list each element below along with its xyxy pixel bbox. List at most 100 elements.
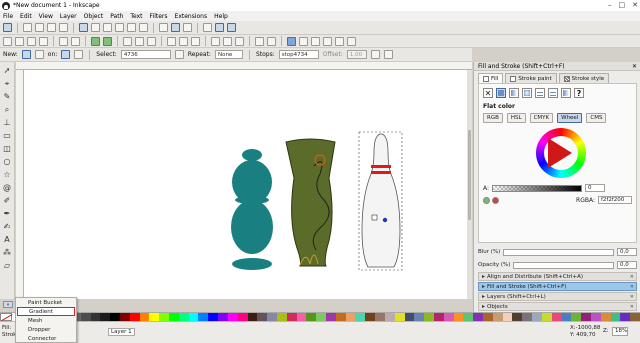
- snap-guides-button[interactable]: [227, 23, 236, 32]
- snap-paths-button[interactable]: [91, 23, 100, 32]
- scrollbar-thumb[interactable]: [468, 130, 471, 220]
- dock-close-icon[interactable]: ✕: [630, 284, 634, 290]
- spray-tool-icon[interactable]: ⁂: [2, 247, 13, 258]
- mode-cms[interactable]: CMS: [586, 113, 607, 123]
- snap-rotation-center-button[interactable]: [171, 23, 180, 32]
- minimize-button[interactable]: –: [608, 1, 612, 9]
- alpha-spinbox[interactable]: 0: [585, 184, 606, 192]
- tweak-tool-icon[interactable]: ✎: [2, 91, 13, 102]
- palette-swatch[interactable]: [345, 313, 356, 321]
- menu-item-paint-bucket[interactable]: Paint Bucket: [16, 298, 76, 307]
- color-triangle[interactable]: [548, 138, 572, 168]
- offset-field[interactable]: 1,00: [346, 50, 367, 59]
- gradient-start-handle[interactable]: [371, 214, 378, 221]
- palette-swatch[interactable]: [139, 313, 150, 321]
- no-color-swatch[interactable]: [0, 313, 12, 321]
- radial-gradient-paint-button[interactable]: [522, 88, 532, 98]
- palette-swatch[interactable]: [483, 313, 493, 321]
- mode-rgb[interactable]: RGB: [483, 113, 503, 123]
- palette-swatch[interactable]: [208, 313, 219, 321]
- opacity-spinbox[interactable]: 0,0: [617, 261, 637, 269]
- snap-line-mid-button[interactable]: [139, 23, 148, 32]
- palette-swatch[interactable]: [80, 313, 91, 321]
- palette-swatch[interactable]: [375, 313, 385, 321]
- palette-swatch[interactable]: [404, 313, 415, 321]
- xml-editor-button[interactable]: [311, 36, 320, 46]
- ellipse-tool-icon[interactable]: ○: [2, 156, 13, 167]
- on-stroke-button[interactable]: [74, 50, 84, 59]
- box3d-tool-icon[interactable]: ◫: [2, 143, 13, 154]
- rgba-field[interactable]: f2f2f200: [598, 196, 632, 204]
- palette-swatch[interactable]: [561, 313, 572, 321]
- bowling-pin-shape[interactable]: [361, 133, 401, 268]
- palette-swatch[interactable]: [512, 313, 523, 321]
- snap-intersections-button[interactable]: [103, 23, 112, 32]
- snap-center-button[interactable]: [159, 23, 168, 32]
- repeat-dropdown[interactable]: None: [214, 50, 243, 59]
- tab-stroke-paint[interactable]: Stroke paint: [505, 73, 557, 83]
- star-tool-icon[interactable]: ☆: [2, 169, 13, 180]
- mode-cmyk[interactable]: CMYK: [529, 113, 554, 123]
- menu-extensions[interactable]: Extensions: [175, 13, 208, 20]
- radial-gradient-button[interactable]: [34, 50, 44, 59]
- palette-swatch[interactable]: [227, 313, 238, 321]
- palette-swatch[interactable]: [100, 313, 111, 321]
- palette-swatch[interactable]: [443, 313, 454, 321]
- tab-stroke-style[interactable]: Stroke style: [558, 73, 610, 83]
- palette-swatch[interactable]: [198, 313, 209, 321]
- palette-swatch[interactable]: [286, 313, 297, 321]
- snap-toggle-button[interactable]: [3, 23, 12, 32]
- import-button[interactable]: [59, 36, 68, 46]
- menu-edit[interactable]: Edit: [20, 13, 32, 20]
- tab-fill[interactable]: Fill: [478, 73, 504, 83]
- snap-corners-button[interactable]: [47, 23, 56, 32]
- palette-swatch[interactable]: [394, 313, 405, 321]
- dock-close-icon[interactable]: ✕: [630, 294, 634, 300]
- menu-item-mesh[interactable]: Mesh: [16, 316, 76, 325]
- palette-swatch[interactable]: [355, 313, 366, 321]
- palette-swatch[interactable]: [610, 313, 621, 321]
- redo-button[interactable]: [103, 36, 112, 46]
- new-document-button[interactable]: [3, 36, 12, 46]
- palette-swatch[interactable]: [522, 313, 533, 321]
- gradient-select[interactable]: 4736: [120, 50, 171, 59]
- palette-swatch[interactable]: [267, 313, 277, 321]
- ungroup-button[interactable]: [267, 36, 276, 46]
- toolbox-expand-button[interactable]: »: [3, 301, 13, 308]
- rectangle-tool-icon[interactable]: ▭: [2, 130, 13, 141]
- gradient-end-handle[interactable]: [382, 217, 388, 223]
- menu-item-connector[interactable]: Connector: [16, 334, 76, 343]
- delete-stop-button[interactable]: [383, 50, 393, 59]
- no-paint-button[interactable]: ✕: [483, 88, 493, 98]
- palette-swatch[interactable]: [414, 313, 425, 321]
- unlink-clone-button[interactable]: [235, 36, 244, 46]
- palette-swatch[interactable]: [119, 313, 130, 321]
- snap-nodes-button[interactable]: [79, 23, 88, 32]
- palette-swatch[interactable]: [590, 313, 601, 321]
- palette-swatch[interactable]: [188, 313, 199, 321]
- linear-gradient-button[interactable]: [21, 50, 31, 59]
- preferences-button[interactable]: [335, 36, 344, 46]
- palette-swatch[interactable]: [581, 313, 591, 321]
- pencil-tool-icon[interactable]: ✐: [2, 195, 13, 206]
- fill-stroke-dialog-button[interactable]: [287, 36, 296, 46]
- snap-text-baseline-button[interactable]: [183, 23, 192, 32]
- canvas-vertical-scrollbar[interactable]: [467, 70, 472, 299]
- menu-object[interactable]: Object: [84, 13, 104, 20]
- vertical-ruler[interactable]: [16, 70, 24, 299]
- palette-swatch[interactable]: [306, 313, 317, 321]
- menu-filters[interactable]: Filters: [150, 13, 168, 20]
- menu-view[interactable]: View: [39, 13, 53, 20]
- palette-swatch[interactable]: [532, 313, 542, 321]
- stops-dropdown[interactable]: stop4734: [278, 50, 319, 59]
- snap-grids-button[interactable]: [215, 23, 224, 32]
- eraser-tool-icon[interactable]: ▱: [2, 260, 13, 271]
- dock-close-icon[interactable]: ✕: [630, 304, 634, 310]
- close-button[interactable]: ✕: [632, 1, 638, 9]
- palette-swatch[interactable]: [326, 313, 336, 321]
- palette-swatch[interactable]: [169, 313, 179, 321]
- palette-swatch[interactable]: [316, 313, 326, 321]
- save-document-button[interactable]: [27, 36, 36, 46]
- reverse-gradient-button[interactable]: [174, 50, 184, 59]
- calligraphy-tool-icon[interactable]: ✍: [2, 221, 13, 232]
